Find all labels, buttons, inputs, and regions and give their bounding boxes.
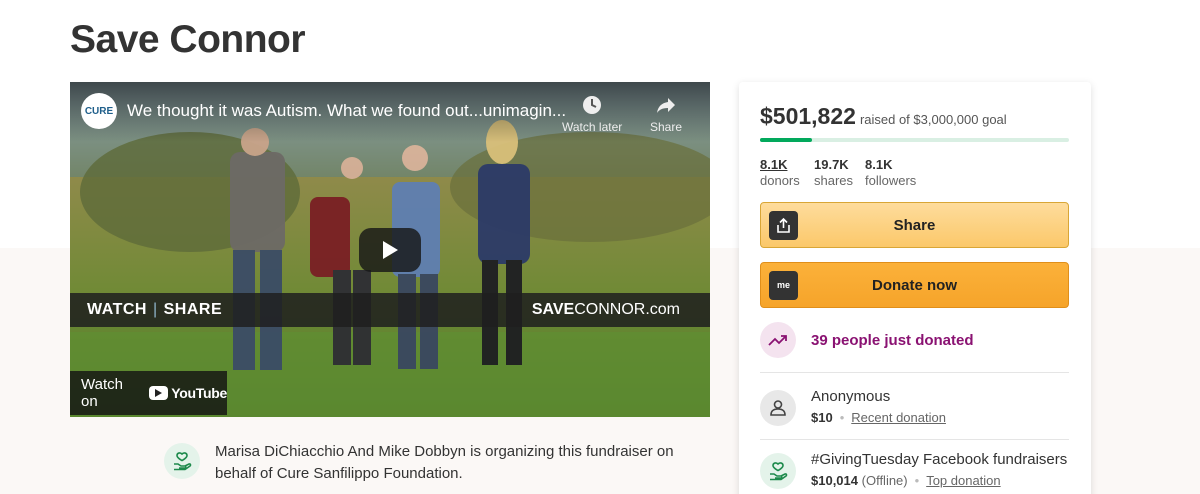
- banner-site-rest: CONNOR.com: [574, 301, 680, 318]
- goal-text: raised of $3,000,000 goal: [859, 112, 1007, 127]
- donors-count: 8.1K: [760, 157, 788, 172]
- donor-name: Anonymous: [811, 388, 891, 405]
- shares-label: shares: [814, 173, 854, 188]
- donation-meta: $10,014 (Offline) • Top donation: [811, 473, 1001, 488]
- banner-site: SAVECONNOR.com: [532, 301, 680, 319]
- donation-item: Anonymous $10 • Recent donation: [760, 387, 946, 428]
- share-button-label: Share: [893, 216, 936, 234]
- donation-item: #GivingTuesday Facebook fundraisers $10,…: [760, 450, 1067, 491]
- trending-up-icon: [760, 322, 796, 358]
- youtube-wordmark: YouTube: [171, 385, 227, 401]
- share-video-button[interactable]: Share: [650, 94, 682, 134]
- banner-share-text: SHARE: [163, 301, 223, 318]
- watch-on-youtube-button[interactable]: Watch on YouTube: [70, 371, 227, 415]
- donate-button-label: Donate now: [872, 276, 957, 294]
- play-icon: [383, 241, 398, 259]
- donation-amount: $10: [811, 410, 833, 425]
- banner-watch-text: WATCH: [87, 301, 147, 318]
- progress-fill: [760, 138, 812, 142]
- banner-watch-share: WATCH | SHARE: [87, 301, 223, 318]
- shares-count: 19.7K: [814, 157, 849, 172]
- share-arrow-icon: [657, 98, 676, 113]
- organizer-avatar: [164, 443, 200, 479]
- gofundme-logo-text: me: [776, 280, 790, 290]
- recent-donation-link[interactable]: Recent donation: [851, 410, 946, 425]
- youtube-play-icon: [149, 386, 169, 400]
- video-player[interactable]: CURE We thought it was Autism. What we f…: [70, 82, 710, 417]
- video-title[interactable]: We thought it was Autism. What we found …: [127, 101, 566, 121]
- donation-note: (Offline): [861, 473, 908, 488]
- channel-logo[interactable]: CURE: [81, 93, 117, 129]
- video-banner: WATCH | SHARE SAVECONNOR.com: [70, 293, 710, 327]
- organizer-description: Marisa DiChiacchio And Mike Dobbyn is or…: [215, 443, 674, 482]
- banner-site-bold: SAVE: [531, 301, 575, 318]
- followers-label: followers: [865, 173, 917, 188]
- followers-count: 8.1K: [865, 157, 893, 172]
- donate-now-button[interactable]: me Donate now: [760, 262, 1069, 308]
- heart-hand-icon: [760, 453, 796, 489]
- donors-label: donors: [760, 173, 800, 188]
- anonymous-donor-icon: [760, 390, 796, 426]
- raised-amount: $501,822: [760, 103, 856, 129]
- watch-later-button[interactable]: Watch later: [562, 94, 622, 134]
- progress-bar: [760, 138, 1069, 142]
- stat-shares: 19.7K shares: [814, 157, 865, 189]
- recent-donors-notice: 39 people just donated: [760, 322, 974, 358]
- stat-donors[interactable]: 8.1K donors: [760, 157, 814, 189]
- play-button[interactable]: [359, 228, 421, 272]
- top-donation-link[interactable]: Top donation: [926, 473, 1000, 488]
- watch-on-label: Watch on: [81, 376, 123, 410]
- stat-followers: 8.1K followers: [865, 157, 935, 189]
- share-video-label: Share: [650, 120, 683, 134]
- divider: [760, 439, 1069, 440]
- clock-icon: [583, 96, 602, 114]
- donor-name: #GivingTuesday Facebook fundraisers: [811, 451, 1068, 468]
- heart-hand-icon: [174, 452, 192, 471]
- divider: [760, 372, 1069, 373]
- donation-meta: $10 • Recent donation: [811, 410, 946, 425]
- donation-amount: $10,014: [811, 473, 858, 488]
- share-button[interactable]: Share: [760, 202, 1069, 248]
- donation-sidebar: $501,822 raised of $3,000,000 goal 8.1K d…: [739, 82, 1091, 494]
- watch-later-label: Watch later: [562, 120, 623, 134]
- stats-row: 8.1K donors 19.7K shares 8.1K followers: [760, 157, 935, 189]
- raised-summary: $501,822 raised of $3,000,000 goal: [760, 103, 1007, 130]
- youtube-logo: YouTube: [149, 385, 227, 401]
- page-title: Save Connor: [70, 18, 306, 61]
- recent-donors-count: 39 people just donated: [811, 331, 974, 349]
- upload-share-icon: [769, 211, 798, 240]
- gofundme-logo-icon: me: [769, 271, 798, 300]
